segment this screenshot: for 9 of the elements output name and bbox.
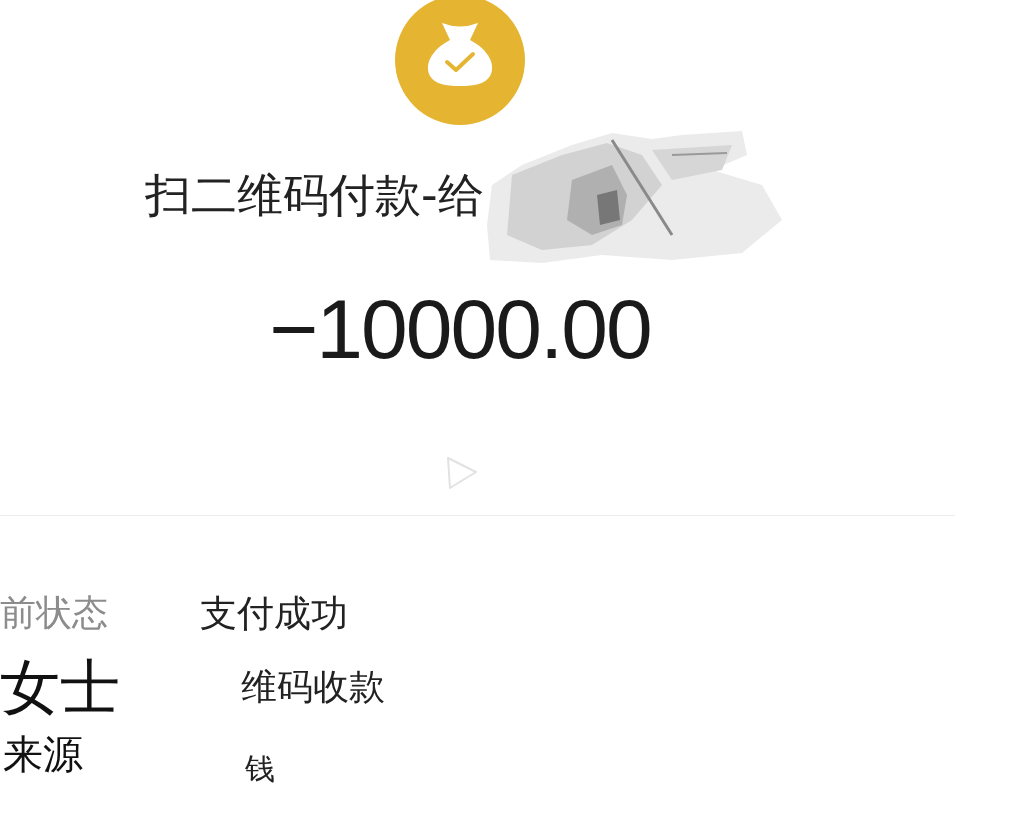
detail-value: 钱 (245, 754, 275, 784)
amount-text: −10000.00 (269, 287, 651, 371)
transaction-title: 扫二维码付款-给 (145, 172, 484, 218)
detail-label: 前状态 (0, 592, 108, 633)
detail-label: 女士 (0, 652, 120, 722)
detail-value: 支付成功 (200, 595, 348, 632)
play-icon[interactable] (445, 455, 479, 491)
detail-label: 来源 (3, 731, 83, 777)
detail-value: 维码收款 (241, 669, 385, 705)
